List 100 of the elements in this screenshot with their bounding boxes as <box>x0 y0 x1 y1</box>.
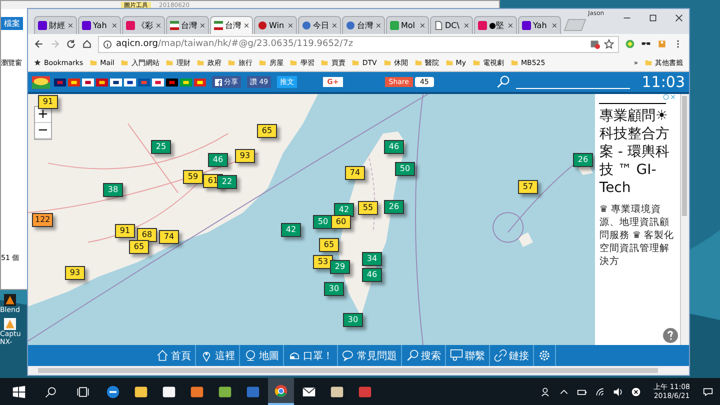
aqi-marker[interactable]: 91 <box>38 95 58 109</box>
task-view-icon[interactable] <box>76 384 90 398</box>
aqi-marker[interactable]: 25 <box>151 140 171 154</box>
close-icon[interactable] <box>156 23 161 28</box>
aqi-marker[interactable]: 30 <box>343 313 363 327</box>
browser-tab[interactable]: 財經 <box>34 16 77 34</box>
flag-icon[interactable] <box>124 78 136 86</box>
clock-time: 11:03 <box>642 73 685 91</box>
browser-tab[interactable]: 台灣 <box>166 16 209 34</box>
reload-icon[interactable] <box>66 39 76 49</box>
browser-tab[interactable]: 《彩 <box>122 16 165 34</box>
aqi-marker[interactable]: 26 <box>573 153 593 167</box>
aqi-marker[interactable]: 65 <box>129 240 149 254</box>
aqi-marker[interactable]: 50 <box>395 162 415 176</box>
close-icon[interactable] <box>675 14 683 22</box>
close-icon[interactable] <box>288 23 293 28</box>
volume-icon[interactable] <box>612 386 623 396</box>
favicon-icon <box>390 21 399 30</box>
close-icon[interactable] <box>200 23 205 28</box>
aqi-marker[interactable]: 122 <box>32 213 54 227</box>
address-bar[interactable]: aqicn.org/map/taiwan/hk/#@g/23.0635/119.9652/7z <box>98 36 619 52</box>
extension-icon[interactable] <box>625 39 635 49</box>
aqi-marker[interactable]: 55 <box>358 201 378 215</box>
favicon-icon <box>434 21 443 30</box>
close-icon[interactable] <box>376 23 381 28</box>
aqi-marker[interactable]: 34 <box>362 252 382 266</box>
close-icon[interactable] <box>332 23 337 28</box>
star-icon <box>34 59 41 66</box>
link-icon <box>494 349 507 362</box>
aqi-marker[interactable]: 91 <box>115 224 135 238</box>
aqi-marker[interactable]: 22 <box>217 175 237 189</box>
flag-icon[interactable] <box>110 78 122 86</box>
browser-tab[interactable]: 台灣 <box>342 16 385 34</box>
aqi-marker[interactable]: 65 <box>257 124 277 138</box>
aqi-marker[interactable]: 46 <box>362 268 382 282</box>
aqi-marker[interactable]: 46 <box>384 140 404 154</box>
flag-icon[interactable] <box>82 78 94 86</box>
star-icon[interactable] <box>604 39 614 49</box>
mail-icon <box>302 384 316 398</box>
close-circle-icon[interactable] <box>630 386 641 396</box>
zoom-in-button[interactable]: + <box>35 107 51 123</box>
favicon-icon <box>170 21 179 30</box>
aqi-marker[interactable]: 60 <box>331 215 351 229</box>
aqi-marker[interactable]: 57 <box>518 180 538 194</box>
notification-icon[interactable] <box>703 386 713 396</box>
aqi-marker[interactable]: 93 <box>65 266 85 280</box>
search-icon[interactable] <box>44 384 58 398</box>
close-icon[interactable] <box>112 23 117 28</box>
scrollbar[interactable] <box>680 94 689 345</box>
globe-icon <box>244 349 257 362</box>
aqi-marker[interactable]: 65 <box>319 238 339 252</box>
browser-tab[interactable]: Yah <box>518 16 561 34</box>
contact-icon <box>450 349 463 362</box>
info-icon[interactable] <box>103 40 112 48</box>
aqi-marker[interactable]: 30 <box>324 282 344 296</box>
aqi-marker[interactable]: 50 <box>313 215 333 229</box>
taskbar-app-button[interactable] <box>268 378 294 405</box>
aqi-marker[interactable]: 26 <box>384 200 404 214</box>
app-icon[interactable] <box>4 294 16 306</box>
favicon-icon <box>302 21 311 30</box>
browser-tab[interactable]: Mol <box>386 16 429 34</box>
close-icon[interactable] <box>464 23 469 28</box>
pin-icon <box>200 349 213 362</box>
close-icon[interactable] <box>68 23 73 28</box>
file-tab[interactable]: 檔案 <box>1 17 23 30</box>
aqi-marker[interactable]: 38 <box>103 183 123 197</box>
browser-tab[interactable]: Yah <box>78 16 121 34</box>
maximize-icon[interactable] <box>649 14 657 22</box>
close-icon[interactable] <box>552 23 557 28</box>
close-icon[interactable] <box>244 23 249 28</box>
browser-tab[interactable]: 台灣 <box>210 16 253 34</box>
aqi-marker[interactable]: 42 <box>281 223 301 237</box>
aqi-marker[interactable]: 29 <box>330 260 350 274</box>
close-icon[interactable] <box>508 23 513 28</box>
cloud-logo-icon[interactable] <box>32 76 50 88</box>
facebook-icon <box>215 78 222 86</box>
aqi-marker[interactable]: 68 <box>137 228 157 242</box>
back-icon[interactable] <box>34 39 44 49</box>
browser-tab[interactable]: ●堅 <box>474 16 517 34</box>
help-icon[interactable] <box>663 328 678 343</box>
zoom-out-button[interactable]: − <box>35 123 51 139</box>
ad-headline[interactable]: 專業顧問☀科技整合方案 - 環輿科技 ™ GI-Tech <box>599 107 676 197</box>
favicon-icon <box>38 21 47 30</box>
close-icon[interactable] <box>420 23 425 28</box>
browser-tab[interactable]: Win <box>254 16 297 34</box>
aqi-marker[interactable]: 74 <box>159 230 179 244</box>
aqi-marker[interactable]: 74 <box>345 166 365 180</box>
person-icon[interactable] <box>540 386 551 396</box>
aqi-marker[interactable]: 93 <box>235 149 255 163</box>
start-icon[interactable] <box>12 384 26 398</box>
aqi-marker[interactable]: 59 <box>183 170 203 184</box>
wifi-icon[interactable] <box>594 386 605 396</box>
browser-tab[interactable]: 今日 <box>298 16 341 34</box>
flag-icon[interactable] <box>152 78 164 86</box>
aqi-marker[interactable]: 53 <box>313 255 333 269</box>
search-icon <box>406 349 419 362</box>
aqi-marker[interactable]: 46 <box>208 153 228 167</box>
browser-tab[interactable]: DC\ <box>430 16 473 34</box>
blocked-icon[interactable] <box>590 39 600 49</box>
home-icon[interactable] <box>82 39 92 49</box>
